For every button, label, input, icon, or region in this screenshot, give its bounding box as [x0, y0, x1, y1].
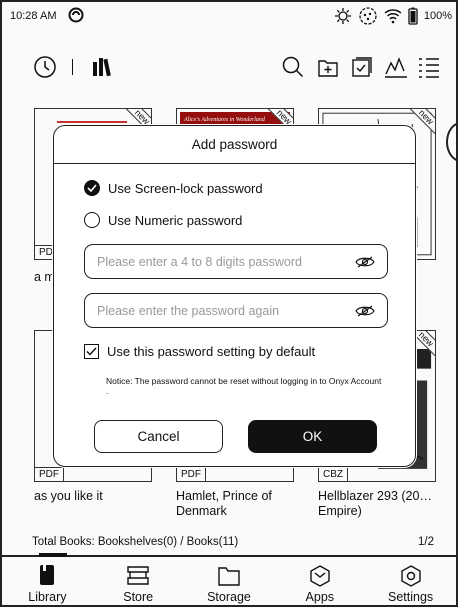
option-label: Use Screen-lock password: [108, 180, 263, 196]
screen: 10:28 AM 100% new PDF a m Alice's Advent…: [0, 0, 458, 607]
cancel-button[interactable]: Cancel: [94, 420, 223, 453]
dialog-title: Add password: [54, 126, 415, 164]
option-numeric[interactable]: Use Numeric password: [84, 212, 242, 228]
default-setting-row[interactable]: Use this password setting by default: [84, 344, 315, 359]
add-password-dialog: Add password Use Screen-lock password Us…: [53, 125, 416, 467]
option-label: Use Numeric password: [108, 212, 243, 228]
check-icon: [87, 184, 97, 192]
notice-text: Notice: The password cannot be reset wit…: [106, 376, 382, 396]
default-checkbox-label: Use this password setting by default: [107, 344, 316, 359]
radio-selected[interactable]: [84, 180, 100, 196]
confirm-placeholder: Please enter the password again: [97, 303, 280, 318]
radio-unselected[interactable]: [84, 212, 100, 228]
password-placeholder: Please enter a 4 to 8 digits password: [97, 254, 302, 269]
default-checkbox[interactable]: [84, 344, 99, 359]
visibility-toggle-icon[interactable]: [355, 304, 375, 318]
password-field[interactable]: Please enter a 4 to 8 digits password: [84, 244, 388, 279]
option-screen-lock[interactable]: Use Screen-lock password: [84, 180, 263, 196]
visibility-toggle-icon[interactable]: [355, 255, 375, 269]
ok-button[interactable]: OK: [248, 420, 377, 453]
check-icon: [86, 347, 97, 356]
confirm-password-field[interactable]: Please enter the password again: [84, 293, 388, 328]
